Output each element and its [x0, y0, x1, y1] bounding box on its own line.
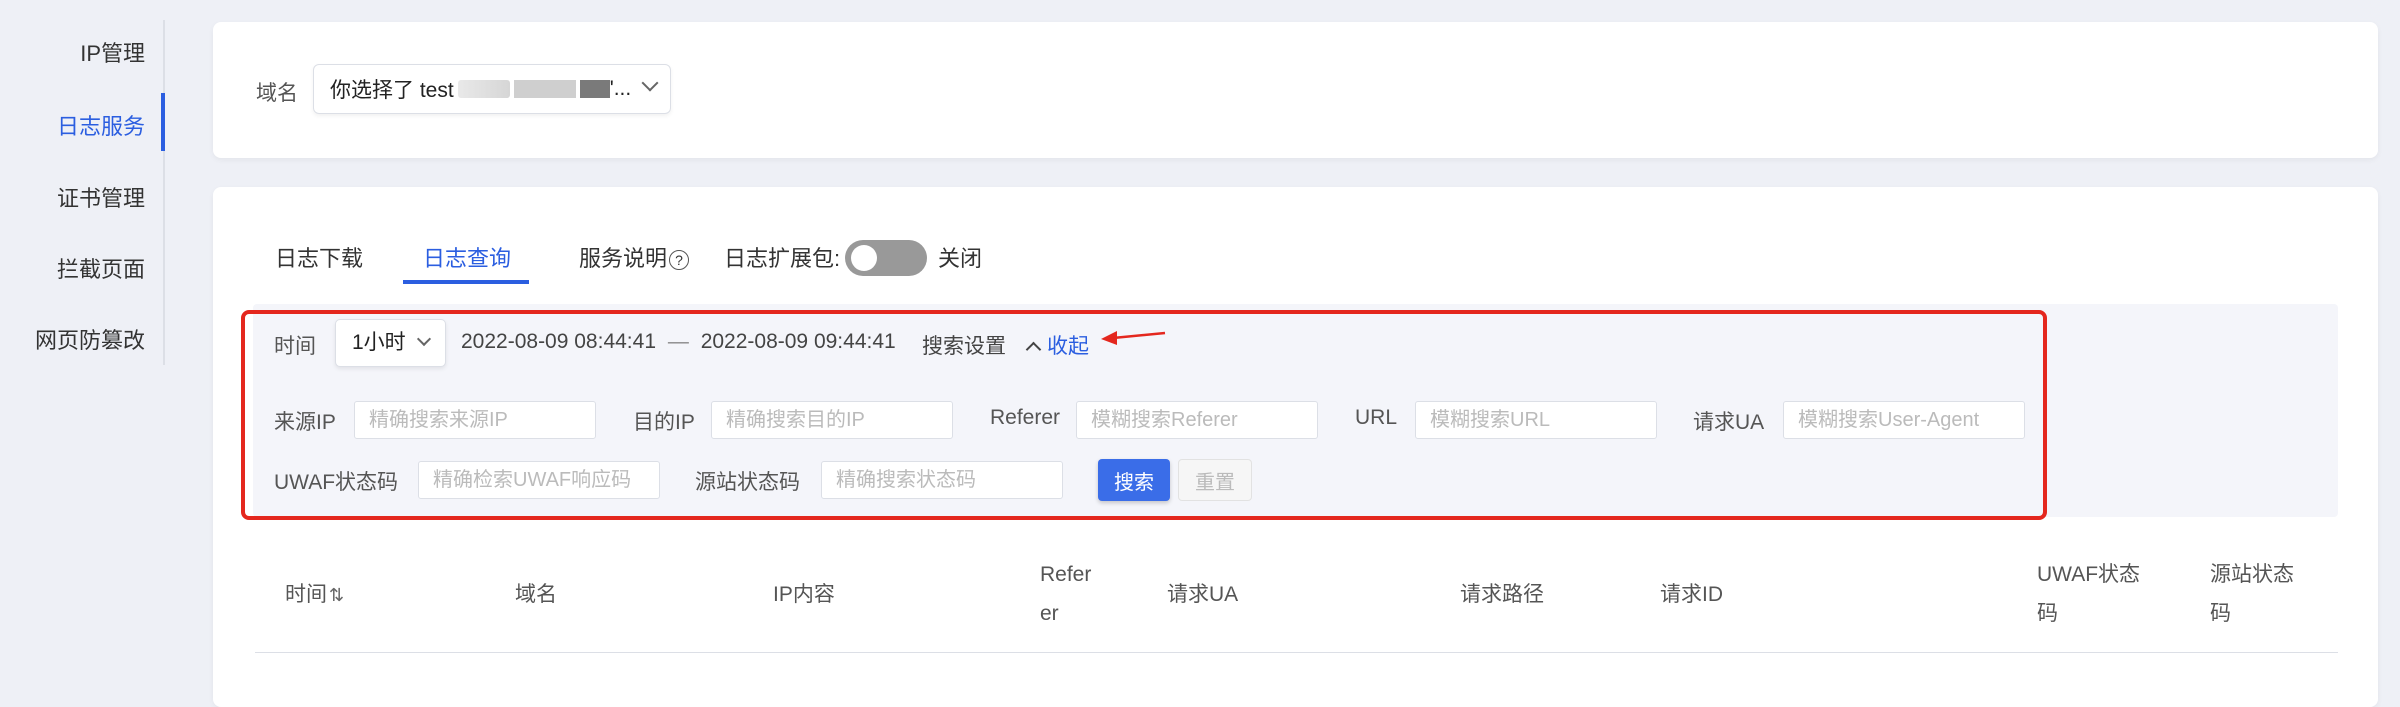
dest-ip-label: 目的IP: [633, 411, 695, 434]
source-ip-label: 来源IP: [274, 411, 336, 434]
chevron-up-icon: [1025, 341, 1042, 358]
help-icon: ?: [669, 250, 690, 271]
column-header-uwaf-line2: 码: [2037, 602, 2058, 625]
domain-select-value: 你选择了 test: [330, 79, 454, 102]
column-header-time-label: 时间: [285, 583, 327, 606]
time-label: 时间: [274, 335, 316, 358]
sidebar-item-tamper-protection[interactable]: 网页防篡改: [35, 323, 145, 355]
toggle-knob: [851, 245, 877, 271]
column-header-referer: Refer er: [1040, 555, 1091, 633]
domain-label: 域名: [256, 82, 298, 105]
redacted-text: [579, 80, 610, 98]
domain-select[interactable]: 你选择了 test '...: [313, 64, 671, 114]
source-ip-input[interactable]: [354, 401, 596, 439]
url-label: URL: [1355, 406, 1398, 429]
column-header-request-id: 请求ID: [1660, 583, 1723, 606]
origin-status-input[interactable]: [821, 461, 1063, 499]
domain-card: 域名 你选择了 test '...: [213, 22, 2378, 158]
collapse-link[interactable]: 收起: [1025, 330, 1089, 360]
request-ua-label: 请求UA: [1693, 411, 1765, 434]
extension-pack-toggle[interactable]: [845, 240, 927, 276]
column-header-domain: 域名: [515, 583, 557, 606]
column-header-referer-line2: er: [1040, 602, 1059, 625]
column-header-uwaf-line1: UWAF状态: [2037, 563, 2141, 586]
domain-select-suffix: '...: [609, 77, 632, 100]
column-header-path: 请求路径: [1460, 583, 1544, 606]
table-header: 时间 ⇅ 域名 IP内容 Refer er 请求UA 请求路径 请求ID UWAF…: [255, 537, 2338, 653]
time-separator: —: [667, 330, 689, 353]
sidebar: IP管理 日志服务 证书管理 拦截页面 网页防篡改: [0, 0, 165, 370]
extension-pack-label: 日志扩展包:: [724, 246, 841, 271]
dest-ip-input[interactable]: [711, 401, 953, 439]
end-time: 2022-08-09 09:44:41: [700, 330, 896, 353]
column-header-origin-line1: 源站状态: [2210, 563, 2294, 586]
origin-status-label: 源站状态码: [695, 471, 800, 494]
log-query-card: 日志下载 日志查询 服务说明? 日志扩展包: 关闭 时间 1小时 2022-08…: [213, 187, 2378, 707]
redacted-text: [513, 80, 576, 98]
uwaf-status-label: UWAF状态码: [274, 471, 399, 494]
column-header-uwaf-status: UWAF状态 码: [2037, 555, 2140, 633]
collapse-label: 收起: [1047, 335, 1089, 358]
annotation-arrow-icon: [1101, 331, 1166, 345]
chevron-down-icon: [416, 331, 432, 347]
redacted-text: [457, 80, 510, 98]
reset-button[interactable]: 重置: [1178, 459, 1252, 501]
column-header-time[interactable]: 时间 ⇅: [285, 575, 344, 615]
time-range-text: 2022-08-09 08:44:41 — 2022-08-09 09:44:4…: [461, 330, 896, 354]
extension-pack-state: 关闭: [938, 246, 983, 271]
sidebar-item-certificate[interactable]: 证书管理: [57, 181, 145, 213]
chevron-down-icon: [641, 74, 659, 92]
sidebar-item-block-page[interactable]: 拦截页面: [57, 252, 145, 284]
sidebar-item-log-service[interactable]: 日志服务: [57, 109, 145, 141]
sidebar-item-ip-management[interactable]: IP管理: [80, 36, 145, 68]
sidebar-divider: [163, 20, 165, 365]
sidebar-active-indicator: [161, 93, 165, 151]
time-range-value: 1小时: [352, 331, 406, 354]
column-header-origin-status: 源站状态 码: [2210, 555, 2294, 633]
uwaf-status-input[interactable]: [418, 461, 660, 499]
column-header-ua: 请求UA: [1167, 583, 1239, 606]
tab-active-underline: [403, 280, 529, 284]
referer-label: Referer: [990, 406, 1061, 429]
sort-icon: ⇅: [329, 585, 345, 605]
search-settings-link[interactable]: 搜索设置: [922, 330, 1006, 360]
search-button[interactable]: 搜索: [1098, 459, 1170, 501]
service-note-label: 服务说明: [579, 246, 668, 271]
request-ua-input[interactable]: [1783, 401, 2025, 439]
time-range-select[interactable]: 1小时: [335, 319, 446, 367]
column-header-referer-line1: Refer: [1040, 563, 1092, 586]
referer-input[interactable]: [1076, 401, 1318, 439]
url-input[interactable]: [1415, 401, 1657, 439]
start-time: 2022-08-09 08:44:41: [461, 330, 656, 353]
service-note-link[interactable]: 服务说明?: [579, 241, 690, 273]
tab-log-download[interactable]: 日志下载: [275, 241, 363, 273]
tab-log-query[interactable]: 日志查询: [423, 241, 511, 273]
column-header-origin-line2: 码: [2210, 602, 2231, 625]
column-header-ip: IP内容: [773, 583, 835, 606]
